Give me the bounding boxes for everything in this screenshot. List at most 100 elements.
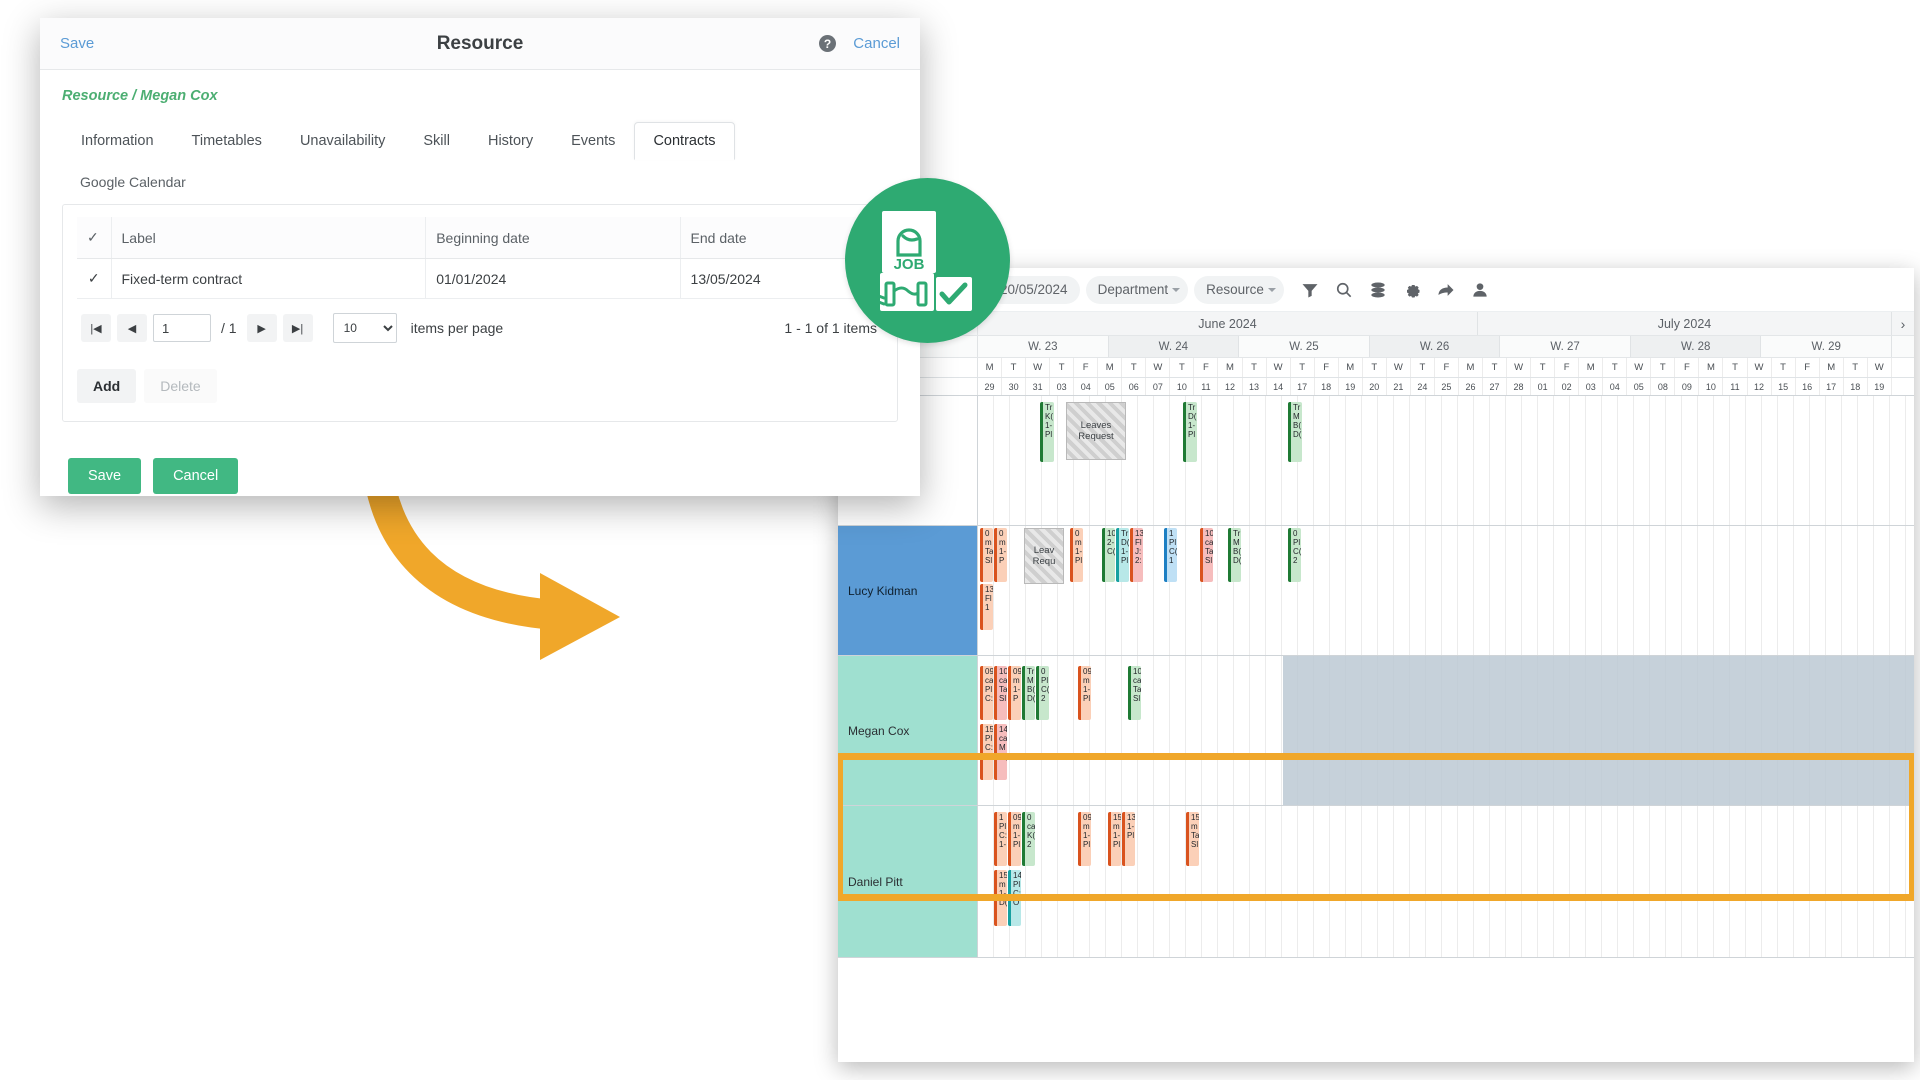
department-select[interactable]: Department bbox=[1085, 275, 1189, 304]
user-icon[interactable] bbox=[1470, 280, 1490, 300]
event-block[interactable]: 1 Pl C: 1- bbox=[994, 812, 1007, 866]
timeline-month-row: June 2024 July 2024 › bbox=[838, 312, 1914, 336]
previous-page-button[interactable]: ◀ bbox=[117, 314, 147, 342]
event-block[interactable]: 09m1-Pl bbox=[1078, 812, 1091, 866]
day-letter-cell: T bbox=[1603, 358, 1628, 377]
event-block[interactable]: 14PlC:O bbox=[1008, 870, 1021, 926]
day-letter-cell: W bbox=[1507, 358, 1532, 377]
event-block[interactable]: 0 Pl C(2 bbox=[1288, 528, 1301, 582]
event-block[interactable]: 0 ca K(2 bbox=[1022, 812, 1035, 866]
day-number-cell: 12 bbox=[1218, 378, 1243, 395]
event-block[interactable]: 10caTaSl bbox=[994, 666, 1007, 720]
planning-scroll-area[interactable]: June 2024 July 2024 › W. 23 W. 24 W. 25 W. … bbox=[838, 312, 1914, 1062]
day-number-cell: 27 bbox=[1483, 378, 1508, 395]
out-of-contract-shade bbox=[1283, 656, 1914, 805]
gear-icon[interactable] bbox=[1402, 280, 1422, 300]
event-block[interactable]: 10caTaSl bbox=[1128, 666, 1141, 720]
day-letter-cell: F bbox=[1194, 358, 1219, 377]
delete-button[interactable]: Delete bbox=[144, 369, 217, 403]
event-block[interactable]: 0 m 1- Pl bbox=[1070, 528, 1083, 582]
table-row[interactable]: Lucy Kidman 0mTaSl 0m1-P 13Fl1 LeavRequ … bbox=[838, 526, 1914, 656]
contracts-panel: ✓ Label Beginning date End date ✓ Fixed-… bbox=[62, 204, 898, 422]
event-block[interactable]: Tr D(1- Pl bbox=[1183, 402, 1197, 462]
leaves-request-block[interactable]: Leav Requ bbox=[1024, 528, 1064, 584]
event-block[interactable]: 131-Pl bbox=[1122, 812, 1135, 866]
page-number-input[interactable] bbox=[153, 314, 211, 342]
dialog-tabs: Information Timetables Unavailability Sk… bbox=[62, 120, 920, 160]
day-letter-cell: M bbox=[1218, 358, 1243, 377]
next-page-button[interactable]: ▶ bbox=[246, 314, 277, 342]
table-row[interactable]: ✓ Fixed-term contract 01/01/2024 13/05/2… bbox=[77, 258, 884, 299]
dialog-cancel-link[interactable]: Cancel bbox=[853, 35, 900, 52]
event-block[interactable]: 0 Pl C(2 bbox=[1036, 666, 1049, 720]
event-block[interactable]: 0 m 1- P bbox=[994, 528, 1007, 582]
day-number-cell: 15 bbox=[1772, 378, 1796, 395]
day-number-cell: 30 bbox=[1002, 378, 1027, 395]
dnum-row-end-spacer bbox=[1892, 378, 1914, 395]
table-row[interactable]: Tr K(1- Pl Leaves Request Tr D(1- Pl Tr M B(D( bbox=[838, 396, 1914, 526]
event-block[interactable]: 09m1-Pl bbox=[1008, 812, 1021, 866]
job-document-icon: JOB bbox=[874, 210, 976, 311]
first-page-button[interactable]: |◀ bbox=[81, 314, 111, 342]
save-button[interactable]: Save bbox=[68, 458, 142, 494]
event-block[interactable]: 09m1-Pl bbox=[1078, 666, 1091, 720]
event-block[interactable]: 15PlC:2: bbox=[980, 724, 993, 780]
event-block[interactable]: Tr K(1- Pl bbox=[1040, 402, 1054, 462]
dialog-save-link[interactable]: Save bbox=[60, 35, 94, 52]
day-number-cell: 03 bbox=[1050, 378, 1075, 395]
table-row[interactable]: Daniel Pitt 1PlC:1- 09m1-Pl 0caK(2 15m1-… bbox=[838, 806, 1914, 958]
day-number-cell: 26 bbox=[1459, 378, 1483, 395]
timeline-next-button[interactable]: › bbox=[1892, 312, 1914, 335]
search-icon[interactable] bbox=[1334, 280, 1354, 300]
event-block[interactable]: 10caTaSl bbox=[1200, 528, 1213, 582]
event-block[interactable]: 09m1-P bbox=[1008, 666, 1021, 720]
tab-contracts[interactable]: Contracts bbox=[634, 122, 735, 160]
tab-history[interactable]: History bbox=[469, 122, 552, 160]
last-page-button[interactable]: ▶| bbox=[282, 314, 313, 342]
event-block[interactable]: 15m1-Pl bbox=[1108, 812, 1121, 866]
event-block[interactable]: 13Fl1 bbox=[980, 584, 993, 630]
day-number-cell: 14 bbox=[1267, 378, 1291, 395]
select-all-checkbox[interactable]: ✓ bbox=[77, 217, 112, 259]
day-letter-cell: W bbox=[1387, 358, 1411, 377]
cancel-button[interactable]: Cancel bbox=[153, 458, 239, 494]
tab-skill[interactable]: Skill bbox=[404, 122, 469, 160]
share-icon[interactable] bbox=[1436, 280, 1456, 300]
add-button[interactable]: Add bbox=[77, 369, 137, 403]
event-block[interactable]: Tr D(1- Pl bbox=[1116, 528, 1129, 582]
table-row[interactable]: Megan Cox 09caPlC: 10caTaSl 09m1-P TrMB(… bbox=[838, 656, 1914, 806]
event-block[interactable]: 14caMB( bbox=[994, 724, 1007, 780]
filter-icon[interactable] bbox=[1300, 280, 1320, 300]
tab-timetables[interactable]: Timetables bbox=[173, 122, 281, 160]
layers-icon[interactable] bbox=[1368, 280, 1388, 300]
column-header-beginning-date: Beginning date bbox=[425, 217, 681, 259]
event-block[interactable]: 1 Pl C(1 bbox=[1164, 528, 1177, 582]
leaves-request-block[interactable]: Leaves Request bbox=[1066, 402, 1126, 460]
event-block[interactable]: Tr M B(D( bbox=[1228, 528, 1241, 582]
row-checkbox[interactable]: ✓ bbox=[77, 258, 112, 299]
timeline-lane[interactable]: 1PlC:1- 09m1-Pl 0caK(2 15m1-D( 14PlC:O 0… bbox=[978, 806, 1914, 958]
day-number-cell: 01 bbox=[1531, 378, 1556, 395]
timeline-lane[interactable]: 0mTaSl 0m1-P 13Fl1 LeavRequ 0m1-Pl 102-C… bbox=[978, 526, 1914, 656]
event-block[interactable]: 13FlJ:2: bbox=[1130, 528, 1143, 582]
day-letter-cell: F bbox=[1555, 358, 1580, 377]
day-letter-cell: T bbox=[1363, 358, 1387, 377]
event-block[interactable]: 09caPlC: bbox=[980, 666, 993, 720]
day-letter-cell: T bbox=[1050, 358, 1075, 377]
tab-unavailability[interactable]: Unavailability bbox=[281, 122, 404, 160]
timeline-lane[interactable]: Tr K(1- Pl Leaves Request Tr D(1- Pl Tr M B(D( bbox=[978, 396, 1914, 526]
help-icon[interactable]: ? bbox=[819, 35, 836, 52]
tab-information[interactable]: Information bbox=[62, 122, 173, 160]
items-per-page-select[interactable]: 102050100 bbox=[332, 313, 397, 343]
resource-select[interactable]: Resource bbox=[1194, 275, 1284, 304]
event-block[interactable]: 15m1-D( bbox=[994, 870, 1007, 926]
timeline-lane[interactable]: 09caPlC: 10caTaSl 09m1-P TrMB(D( 0PlC(2 … bbox=[978, 656, 1914, 806]
tab-events[interactable]: Events bbox=[552, 122, 634, 160]
day-number-cell: 05 bbox=[1098, 378, 1123, 395]
event-block[interactable]: 102-C( bbox=[1102, 528, 1115, 582]
event-block[interactable]: Tr M B(D( bbox=[1288, 402, 1302, 462]
week-header-cell: W. 25 bbox=[1239, 336, 1370, 357]
event-block[interactable]: 15mTaSl bbox=[1186, 812, 1199, 866]
event-block[interactable]: 0 m Ta Sl bbox=[980, 528, 993, 582]
event-block[interactable]: Tr M B(D( bbox=[1022, 666, 1035, 720]
